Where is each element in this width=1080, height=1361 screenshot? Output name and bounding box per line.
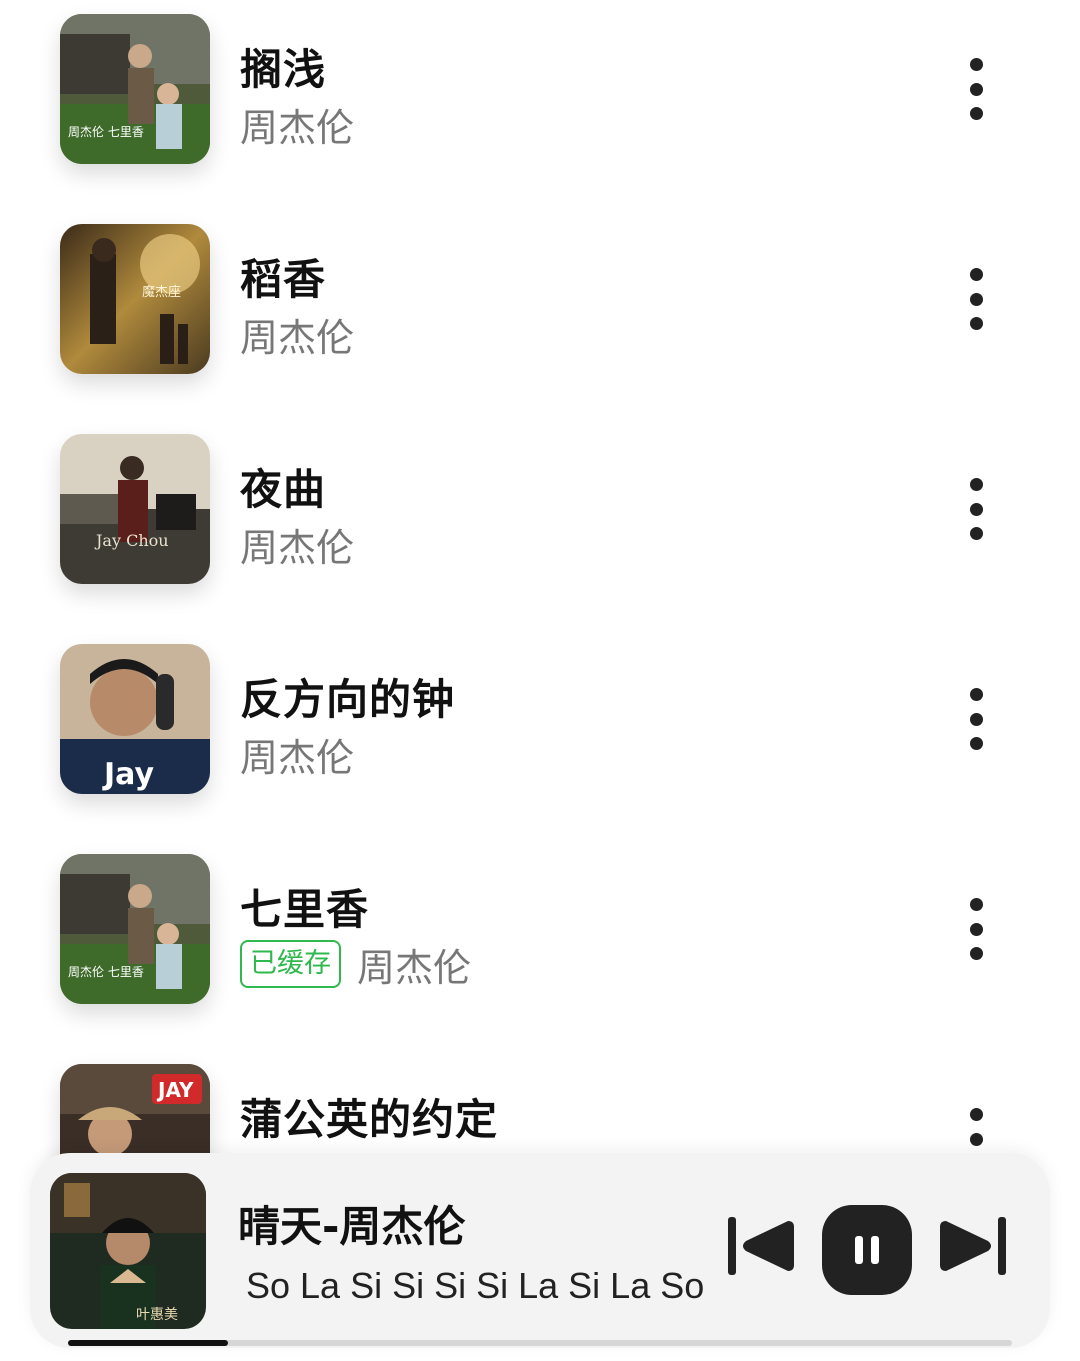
- song-meta: 周杰伦: [240, 308, 354, 360]
- song-artist: 周杰伦: [240, 735, 355, 780]
- now-playing-lyric: So La Si Si Si Si La Si La So: [246, 1265, 705, 1306]
- cached-badge: 已缓存: [240, 940, 341, 988]
- svg-text:JAY: JAY: [156, 1078, 194, 1102]
- svg-text:周杰伦 七里香: 周杰伦 七里香: [68, 964, 144, 979]
- album-cover-icon: Jay Chou: [60, 434, 210, 584]
- song-title: 稻香: [240, 255, 327, 304]
- more-options-icon[interactable]: [950, 44, 1002, 134]
- more-options-icon[interactable]: [950, 254, 1002, 344]
- svg-text:魔杰座: 魔杰座: [142, 285, 181, 300]
- song-meta: 已缓存 周杰伦: [240, 938, 471, 990]
- song-title: 反方向的钟: [240, 675, 456, 724]
- song-title: 七里香: [240, 885, 370, 934]
- song-artist: 周杰伦: [240, 105, 355, 150]
- list-item[interactable]: Jay Chou 夜曲 周杰伦: [0, 420, 1080, 630]
- song-meta: 周杰伦: [240, 98, 354, 150]
- svg-text:Jay: Jay: [102, 757, 154, 792]
- song-title: 蒲公英的约定: [240, 1095, 499, 1144]
- more-options-icon[interactable]: [950, 884, 1002, 974]
- now-playing-cover-icon[interactable]: 叶惠美: [50, 1173, 206, 1329]
- song-artist: 周杰伦: [357, 945, 472, 990]
- playback-progress-bar[interactable]: [68, 1340, 1012, 1346]
- pause-icon[interactable]: [822, 1205, 912, 1295]
- svg-text:叶惠美: 叶惠美: [136, 1307, 178, 1323]
- svg-text:Jay Chou: Jay Chou: [94, 531, 169, 550]
- now-playing-title: 晴天-周杰伦: [238, 1202, 466, 1251]
- previous-icon[interactable]: [724, 1213, 798, 1279]
- list-item[interactable]: 周杰伦 七里香 搁浅 周杰伦: [0, 0, 1080, 210]
- next-icon[interactable]: [936, 1213, 1010, 1279]
- list-item[interactable]: 魔杰座 稻香 周杰伦: [0, 210, 1080, 420]
- album-cover-icon: 周杰伦 七里香: [60, 14, 210, 164]
- svg-text:周杰伦 七里香: 周杰伦 七里香: [68, 124, 144, 139]
- mini-player[interactable]: 叶惠美 晴天-周杰伦 So La Si Si Si Si La Si La So: [30, 1153, 1050, 1348]
- list-item[interactable]: Jay 反方向的钟 周杰伦: [0, 630, 1080, 840]
- album-cover-icon: 魔杰座: [60, 224, 210, 374]
- album-cover-icon: Jay: [60, 644, 210, 794]
- album-cover-icon: 周杰伦 七里香: [60, 854, 210, 1004]
- song-title: 夜曲: [240, 465, 327, 514]
- song-meta: 周杰伦: [240, 518, 354, 570]
- song-artist: 周杰伦: [240, 525, 355, 570]
- more-options-icon[interactable]: [950, 464, 1002, 554]
- song-title: 搁浅: [240, 45, 327, 94]
- song-meta: 周杰伦: [240, 728, 354, 780]
- more-options-icon[interactable]: [950, 674, 1002, 764]
- list-item[interactable]: 周杰伦 七里香 七里香 已缓存 周杰伦: [0, 840, 1080, 1050]
- song-artist: 周杰伦: [240, 315, 355, 360]
- playback-progress-fill: [68, 1340, 229, 1346]
